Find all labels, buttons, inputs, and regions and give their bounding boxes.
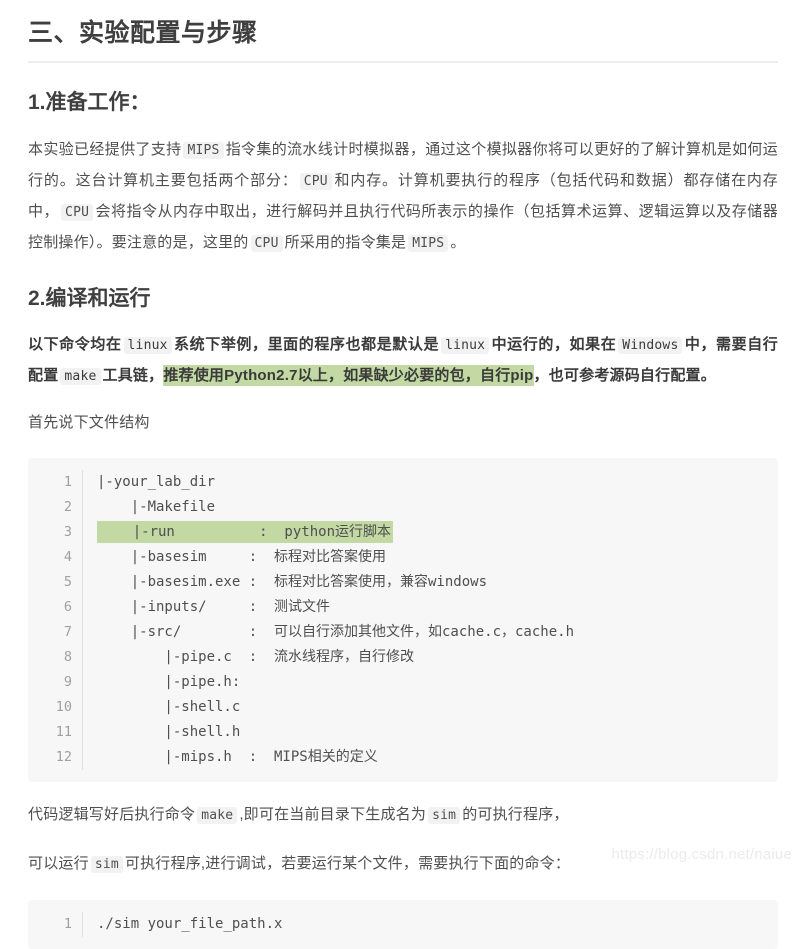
text-run: 可执行程序,进行调试，若要运行某个文件，需要执行下面的命令：: [124, 854, 571, 872]
document-page: 三、实验配置与步骤 1.准备工作： 本实验已经提供了支持 MIPS 指令集的流水线计…: [0, 0, 806, 949]
code-line: |-your_lab_dir: [97, 473, 216, 490]
inline-code-linux: linux: [123, 336, 172, 354]
text-run: 系统下举例，里面的程序也都是默认是: [173, 335, 440, 353]
code-line-number: 12: [55, 748, 72, 765]
code-content[interactable]: |-your_lab_dir |-Makefile |-run : python…: [83, 470, 779, 770]
code-line: |-mips.h : MIPS相关的定义: [97, 748, 378, 765]
code-content[interactable]: ./sim your_file_path.x: [83, 912, 779, 937]
code-line: |-shell.c: [97, 698, 241, 715]
code-line: |-basesim : 标程对比答案使用: [97, 548, 387, 565]
code-line-number: 5: [63, 573, 72, 590]
code-line-number: 2: [63, 498, 72, 515]
paragraph-compile-run: 以下命令均在 linux 系统下举例，里面的程序也都是默认是 linux 中运行的，如果…: [28, 330, 778, 392]
code-line-number: 1: [63, 473, 72, 490]
inline-code-make: make: [60, 367, 101, 385]
code-line: |-shell.h: [97, 723, 241, 740]
text-run: 。: [450, 233, 466, 251]
code-line: |-basesim.exe : 标程对比答案使用，兼容windows: [97, 573, 488, 590]
text-run: 工具链，: [102, 366, 164, 384]
paragraph-make-command: 代码逻辑写好后执行命令 make ,即可在当前目录下生成名为 sim 的可执行程序，: [28, 800, 778, 831]
text-run: 的可执行程序，: [462, 805, 569, 823]
code-table-row: 1 ./sim your_file_path.x: [28, 911, 779, 937]
code-table: 1 2 3 4 5 6 7 8 9 10 11 12 |-your_lab_dir |-Makefil…: [28, 469, 779, 770]
code-line-number: 11: [55, 723, 72, 740]
code-line: |-inputs/ : 测试文件: [97, 598, 331, 615]
inline-code-mips: MIPS: [408, 234, 449, 252]
text-run: ,即可在当前目录下生成名为: [239, 805, 427, 823]
code-line-number: 4: [63, 548, 72, 565]
code-line: |-src/ : 可以自行添加其他文件，如cache.c，cache.h: [97, 623, 575, 640]
code-line-number: 10: [55, 698, 72, 715]
code-line: |-pipe.c : 流水线程序，自行修改: [97, 648, 415, 665]
code-line-number: 3: [63, 523, 72, 540]
code-line-number: 9: [63, 673, 72, 690]
code-table: 1 ./sim your_file_path.x: [28, 911, 779, 937]
paragraph-preparation: 本实验已经提供了支持 MIPS 指令集的流水线计时模拟器，通过这个模拟器你将可以更好…: [28, 135, 778, 259]
section-heading-preparation: 1.准备工作：: [28, 91, 151, 115]
text-run: 中运行的，如果在: [491, 335, 617, 353]
inline-code-make: make: [197, 806, 238, 824]
code-block-run-command[interactable]: 1 ./sim your_file_path.x: [28, 899, 779, 949]
inline-code-linux: linux: [441, 336, 490, 354]
inline-code-windows: Windows: [618, 336, 683, 354]
inline-code-sim: sim: [428, 806, 461, 824]
text-run: 所采用的指令集是: [284, 233, 407, 251]
text-run: 可以运行: [28, 854, 89, 872]
text-run: ，也可参考源码自行配置。: [533, 366, 716, 384]
highlighted-text-python-note: 推荐使用Python2.7以上，如果缺少必要的包，自行pip: [163, 364, 534, 386]
inline-code-mips: MIPS: [183, 141, 224, 159]
code-line: |-Makefile: [97, 498, 216, 515]
code-line-numbers: 1 2 3 4 5 6 7 8 9 10 11 12: [28, 469, 83, 770]
code-line-number: 1: [63, 915, 72, 932]
inline-code-sim: sim: [90, 855, 123, 873]
code-line-numbers: 1: [28, 911, 83, 937]
code-line: |-pipe.h:: [97, 673, 241, 690]
code-line-number: 7: [63, 623, 72, 640]
code-block-file-structure[interactable]: 1 2 3 4 5 6 7 8 9 10 11 12 |-your_lab_dir |-Makefil…: [28, 457, 779, 782]
inline-code-cpu: CPU: [250, 234, 283, 252]
paragraph-file-structure-intro: 首先说下文件结构: [28, 413, 150, 431]
page-title: 三、实验配置与步骤: [28, 18, 778, 64]
text-run: 代码逻辑写好后执行命令: [28, 805, 196, 823]
text-run: 以下命令均在: [28, 335, 122, 353]
inline-code-cpu: CPU: [299, 172, 332, 190]
section-heading-compile-run: 2.编译和运行: [28, 286, 151, 310]
text-run: 本实验已经提供了支持: [28, 140, 182, 158]
paragraph-run-sim: 可以运行 sim 可执行程序,进行调试，若要运行某个文件，需要执行下面的命令：: [28, 849, 778, 880]
code-table-row: 1 2 3 4 5 6 7 8 9 10 11 12 |-your_lab_dir |-Makefil…: [28, 469, 779, 770]
inline-code-cpu: CPU: [61, 203, 94, 221]
code-line: ./sim your_file_path.x: [97, 915, 283, 932]
code-line: |-run : python运行脚本: [97, 520, 778, 545]
highlighted-code-text: |-run : python运行脚本: [97, 520, 394, 543]
code-line-number: 8: [63, 648, 72, 665]
code-line-number: 6: [63, 598, 72, 615]
